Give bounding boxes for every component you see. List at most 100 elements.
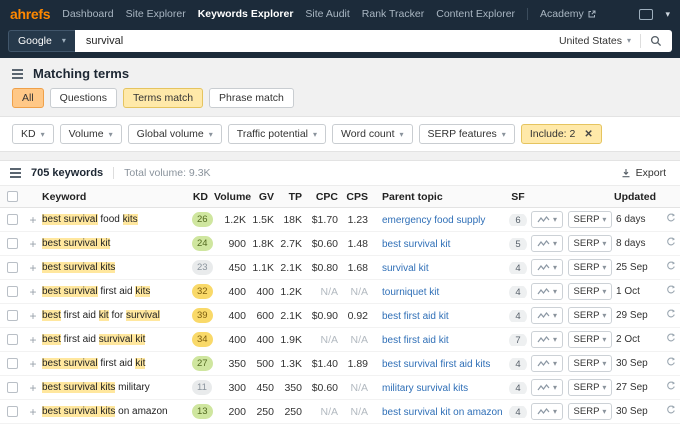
filter-word-count[interactable]: Word count▾	[332, 124, 413, 144]
pill-all[interactable]: All	[12, 88, 44, 108]
filter-include[interactable]: Include: 2 ✕	[521, 124, 602, 144]
pill-phrase-match[interactable]: Phrase match	[209, 88, 294, 108]
row-checkbox[interactable]	[7, 382, 18, 393]
refresh-icon[interactable]	[666, 334, 676, 346]
row-checkbox[interactable]	[7, 334, 18, 345]
serp-dropdown[interactable]: SERP▾	[568, 379, 613, 396]
nav-item-site-explorer[interactable]: Site Explorer	[126, 8, 186, 20]
serp-dropdown[interactable]: SERP▾	[568, 403, 613, 420]
column-parent-topic[interactable]: Parent topic	[374, 191, 508, 203]
trend-dropdown[interactable]: ▾	[531, 331, 563, 348]
pill-terms-match[interactable]: Terms match	[123, 88, 203, 108]
serp-dropdown[interactable]: SERP▾	[568, 307, 613, 324]
list-icon[interactable]	[10, 168, 21, 178]
nav-item-keywords-explorer[interactable]: Keywords Explorer	[198, 8, 294, 20]
nav-item-dashboard[interactable]: Dashboard	[62, 8, 113, 20]
row-checkbox[interactable]	[7, 262, 18, 273]
parent-topic-link[interactable]: tourniquet kit	[382, 287, 439, 298]
search-input[interactable]	[84, 34, 550, 48]
parent-topic-link[interactable]: best first aid kit	[382, 335, 449, 346]
search-submit-button[interactable]	[641, 35, 666, 47]
trend-dropdown[interactable]: ▾	[531, 235, 563, 252]
serp-features-count: 4	[509, 382, 526, 394]
refresh-icon[interactable]	[666, 310, 676, 322]
search-engine-select[interactable]: Google ▾	[8, 30, 75, 52]
trend-dropdown[interactable]: ▾	[531, 379, 563, 396]
filter-traffic-potential[interactable]: Traffic potential▾	[228, 124, 326, 144]
serp-dropdown[interactable]: SERP▾	[568, 331, 613, 348]
add-keyword-button[interactable]: +	[24, 285, 42, 299]
add-keyword-button[interactable]: +	[24, 357, 42, 371]
column-cpc[interactable]: CPC	[308, 191, 344, 203]
sidebar-toggle-icon[interactable]	[12, 69, 23, 79]
row-checkbox[interactable]	[7, 214, 18, 225]
column-kd[interactable]: KD	[192, 191, 214, 203]
refresh-icon[interactable]	[666, 214, 676, 226]
export-button[interactable]: Export	[621, 167, 670, 179]
column-tp[interactable]: TP	[280, 191, 308, 203]
filter-global-volume[interactable]: Global volume▾	[128, 124, 222, 144]
row-checkbox[interactable]	[7, 358, 18, 369]
account-chevron-down-icon[interactable]: ▾	[665, 9, 670, 20]
serp-label: SERP	[574, 286, 600, 297]
add-keyword-button[interactable]: +	[24, 333, 42, 347]
row-checkbox[interactable]	[7, 286, 18, 297]
add-keyword-button[interactable]: +	[24, 381, 42, 395]
row-checkbox[interactable]	[7, 310, 18, 321]
serp-cell: SERP▾	[566, 355, 614, 372]
trend-dropdown[interactable]: ▾	[531, 259, 563, 276]
close-icon[interactable]: ✕	[584, 129, 592, 140]
parent-topic-link[interactable]: best first aid kit	[382, 311, 449, 322]
column-sf[interactable]: SF	[508, 191, 528, 203]
add-keyword-button[interactable]: +	[24, 213, 42, 227]
column-keyword[interactable]: Keyword	[42, 191, 192, 203]
keyword-segment: best survival	[42, 214, 98, 225]
nav-item-academy[interactable]: Academy	[540, 8, 596, 20]
workspace-icon[interactable]	[639, 9, 653, 20]
parent-topic-link[interactable]: best survival kit	[382, 239, 450, 250]
add-keyword-button[interactable]: +	[24, 405, 42, 419]
select-all-checkbox[interactable]	[7, 191, 18, 202]
add-keyword-button[interactable]: +	[24, 261, 42, 275]
volume-value: 400	[214, 310, 252, 322]
parent-topic-link[interactable]: military survival kits	[382, 383, 468, 394]
row-checkbox[interactable]	[7, 238, 18, 249]
trend-dropdown[interactable]: ▾	[531, 355, 563, 372]
refresh-icon[interactable]	[666, 238, 676, 250]
country-select[interactable]: United States ▾	[550, 35, 640, 47]
serp-dropdown[interactable]: SERP▾	[568, 211, 613, 228]
refresh-icon[interactable]	[666, 382, 676, 394]
filter-volume[interactable]: Volume▾	[60, 124, 122, 144]
trend-dropdown[interactable]: ▾	[531, 403, 563, 420]
parent-topic-link[interactable]: best survival kit on amazon	[382, 407, 503, 418]
serp-dropdown[interactable]: SERP▾	[568, 283, 613, 300]
ahrefs-logo[interactable]: ahrefs	[10, 6, 50, 22]
trend-dropdown[interactable]: ▾	[531, 211, 563, 228]
parent-topic-link[interactable]: survival kit	[382, 263, 429, 274]
refresh-icon[interactable]	[666, 358, 676, 370]
serp-dropdown[interactable]: SERP▾	[568, 355, 613, 372]
refresh-icon[interactable]	[666, 286, 676, 298]
pill-questions[interactable]: Questions	[50, 88, 117, 108]
row-checkbox[interactable]	[7, 406, 18, 417]
column-updated[interactable]: Updated	[614, 191, 662, 203]
refresh-icon[interactable]	[666, 406, 676, 418]
nav-item-content-explorer[interactable]: Content Explorer	[436, 8, 515, 20]
filter-serp-features[interactable]: SERP features▾	[419, 124, 515, 144]
column-gv[interactable]: GV	[252, 191, 280, 203]
parent-topic-link[interactable]: emergency food supply	[382, 215, 485, 226]
global-volume-value: 450	[252, 382, 280, 394]
refresh-icon[interactable]	[666, 262, 676, 274]
column-cps[interactable]: CPS	[344, 191, 374, 203]
filter-kd[interactable]: KD▾	[12, 124, 54, 144]
trend-dropdown[interactable]: ▾	[531, 283, 563, 300]
serp-dropdown[interactable]: SERP▾	[568, 235, 613, 252]
nav-item-rank-tracker[interactable]: Rank Tracker	[362, 8, 424, 20]
parent-topic-link[interactable]: best survival first aid kits	[382, 359, 490, 370]
column-volume[interactable]: Volume ▾	[214, 191, 252, 203]
nav-item-site-audit[interactable]: Site Audit	[305, 8, 349, 20]
add-keyword-button[interactable]: +	[24, 237, 42, 251]
trend-dropdown[interactable]: ▾	[531, 307, 563, 324]
serp-dropdown[interactable]: SERP▾	[568, 259, 613, 276]
add-keyword-button[interactable]: +	[24, 309, 42, 323]
